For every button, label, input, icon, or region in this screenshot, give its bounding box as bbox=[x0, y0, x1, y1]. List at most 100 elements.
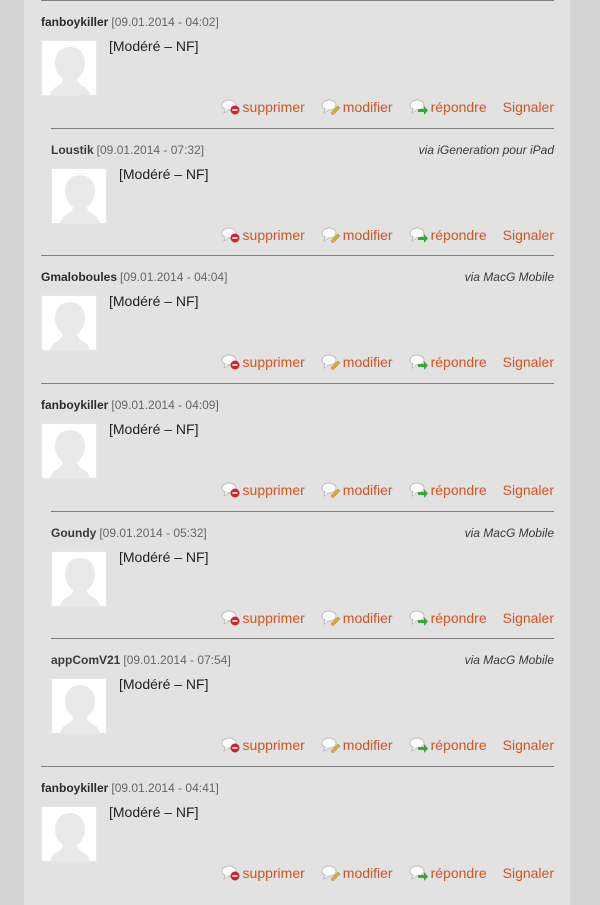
report-link[interactable]: Signaler bbox=[503, 737, 554, 753]
comment-actions: supprimer modifier répondre Signaler bbox=[221, 609, 554, 627]
comment-actions: supprimer modifier répondre Signaler bbox=[221, 864, 554, 882]
comment: fanboykiller [09.01.2014 - 04:02] [Modéré… bbox=[41, 0, 554, 128]
delete-label: supprimer bbox=[242, 737, 305, 754]
delete-button[interactable]: supprimer bbox=[221, 226, 305, 244]
edit-button[interactable]: modifier bbox=[321, 353, 393, 371]
comment-actions: supprimer modifier répondre Signaler bbox=[221, 353, 554, 371]
reply-label: répondre bbox=[430, 354, 487, 371]
avatar bbox=[51, 167, 107, 224]
edit-button[interactable]: modifier bbox=[321, 98, 393, 116]
speech-bubble-minus-icon bbox=[221, 737, 240, 753]
comment-date: [09.01.2014 - 04:04] bbox=[120, 270, 228, 285]
avatar bbox=[41, 806, 97, 863]
delete-button[interactable]: supprimer bbox=[221, 98, 305, 116]
reply-label: répondre bbox=[430, 865, 487, 882]
reply-button[interactable]: répondre bbox=[409, 609, 487, 627]
speech-bubble-pencil-icon bbox=[321, 482, 341, 499]
comment-author[interactable]: fanboykiller bbox=[41, 781, 108, 795]
comment-via: via MacG Mobile bbox=[464, 525, 554, 540]
comment-date: [09.01.2014 - 07:32] bbox=[96, 142, 205, 157]
delete-label: supprimer bbox=[242, 865, 305, 882]
speech-bubble-arrow-icon bbox=[409, 865, 428, 882]
comment-author[interactable]: fanboykiller bbox=[41, 398, 108, 412]
edit-label: modifier bbox=[342, 482, 393, 499]
report-link[interactable]: Signaler bbox=[503, 482, 554, 498]
comment-header: fanboykiller [09.01.2014 - 04:41] bbox=[41, 780, 554, 796]
speech-bubble-arrow-icon bbox=[409, 482, 428, 499]
speech-bubble-minus-icon bbox=[221, 482, 240, 498]
comment-header: Goundy [09.01.2014 - 05:32] via MacG Mobi… bbox=[51, 525, 554, 541]
comment: Gmaloboules [09.01.2014 - 04:04] via MacG… bbox=[41, 255, 554, 383]
edit-label: modifier bbox=[342, 609, 393, 626]
comment-author[interactable]: appComV21 bbox=[51, 653, 120, 667]
speech-bubble-pencil-icon bbox=[321, 865, 341, 882]
comment-header: fanboykiller [09.01.2014 - 04:02] bbox=[41, 14, 554, 30]
comment: fanboykiller [09.01.2014 - 04:41] [Modéré… bbox=[41, 766, 554, 894]
edit-button[interactable]: modifier bbox=[321, 226, 393, 244]
comment-header: Loustik [09.01.2014 - 07:32] via iGenerat… bbox=[51, 142, 554, 158]
report-link[interactable]: Signaler bbox=[503, 865, 554, 881]
avatar bbox=[51, 678, 107, 735]
reply-button[interactable]: répondre bbox=[409, 481, 487, 499]
reply-label: répondre bbox=[430, 226, 487, 243]
avatar-silhouette-icon bbox=[60, 174, 100, 223]
comment-author[interactable]: fanboykiller bbox=[41, 15, 108, 29]
speech-bubble-pencil-icon bbox=[321, 610, 341, 627]
delete-button[interactable]: supprimer bbox=[221, 609, 305, 627]
reply-button[interactable]: répondre bbox=[409, 864, 487, 882]
speech-bubble-arrow-icon bbox=[409, 610, 428, 626]
comment-actions: supprimer modifier répondre Signaler bbox=[221, 226, 554, 244]
report-link[interactable]: Signaler bbox=[503, 99, 554, 115]
delete-label: supprimer bbox=[242, 226, 305, 243]
comment-date: [09.01.2014 - 04:41] bbox=[111, 781, 219, 796]
delete-button[interactable]: supprimer bbox=[221, 864, 305, 882]
comment-list: fanboykiller [09.01.2014 - 04:02] [Modéré… bbox=[41, 0, 554, 894]
edit-label: modifier bbox=[342, 354, 393, 371]
edit-label: modifier bbox=[342, 226, 393, 243]
reply-label: répondre bbox=[430, 609, 487, 626]
edit-label: modifier bbox=[342, 865, 393, 882]
comment-author[interactable]: Gmaloboules bbox=[41, 270, 117, 284]
delete-label: supprimer bbox=[242, 99, 305, 115]
comment: fanboykiller [09.01.2014 - 04:09] [Modéré… bbox=[41, 383, 554, 511]
comment-date: [09.01.2014 - 04:09] bbox=[111, 398, 219, 413]
speech-bubble-arrow-icon bbox=[409, 99, 428, 115]
comment-author[interactable]: Goundy bbox=[51, 526, 96, 540]
avatar bbox=[51, 550, 107, 607]
speech-bubble-pencil-icon bbox=[321, 227, 341, 244]
delete-button[interactable]: supprimer bbox=[221, 736, 305, 754]
comment-reply: Loustik [09.01.2014 - 07:32] via iGenerat… bbox=[51, 127, 554, 256]
speech-bubble-arrow-icon bbox=[409, 737, 428, 754]
speech-bubble-minus-icon bbox=[221, 227, 240, 243]
comment-text: [Modéré – NF] bbox=[109, 421, 199, 438]
edit-button[interactable]: modifier bbox=[321, 609, 393, 627]
delete-button[interactable]: supprimer bbox=[221, 353, 305, 371]
edit-label: modifier bbox=[342, 737, 393, 754]
avatar-silhouette-icon bbox=[60, 685, 100, 734]
comment-text: [Modéré – NF] bbox=[119, 548, 209, 565]
reply-button[interactable]: répondre bbox=[409, 736, 487, 754]
reply-button[interactable]: répondre bbox=[409, 353, 487, 371]
comment-author[interactable]: Loustik bbox=[51, 143, 94, 157]
avatar bbox=[41, 295, 97, 352]
comment-date: [09.01.2014 - 07:54] bbox=[123, 653, 231, 668]
report-link[interactable]: Signaler bbox=[503, 227, 554, 243]
comment-actions: supprimer modifier répondre Signaler bbox=[221, 481, 554, 499]
comment-text: [Modéré – NF] bbox=[109, 38, 199, 54]
report-link[interactable]: Signaler bbox=[503, 354, 554, 370]
reply-button[interactable]: répondre bbox=[409, 98, 487, 116]
avatar bbox=[41, 423, 97, 480]
edit-button[interactable]: modifier bbox=[321, 864, 393, 882]
edit-button[interactable]: modifier bbox=[321, 481, 393, 499]
speech-bubble-pencil-icon bbox=[321, 99, 341, 116]
avatar bbox=[41, 40, 97, 96]
report-link[interactable]: Signaler bbox=[503, 610, 554, 626]
reply-label: répondre bbox=[430, 99, 487, 115]
comment-via: via MacG Mobile bbox=[464, 270, 554, 285]
edit-button[interactable]: modifier bbox=[321, 736, 393, 754]
comment-reply: Goundy [09.01.2014 - 05:32] via MacG Mobi… bbox=[51, 510, 554, 639]
avatar-silhouette-icon bbox=[50, 813, 90, 862]
delete-button[interactable]: supprimer bbox=[221, 481, 305, 499]
reply-label: répondre bbox=[430, 482, 487, 499]
reply-button[interactable]: répondre bbox=[409, 226, 487, 244]
